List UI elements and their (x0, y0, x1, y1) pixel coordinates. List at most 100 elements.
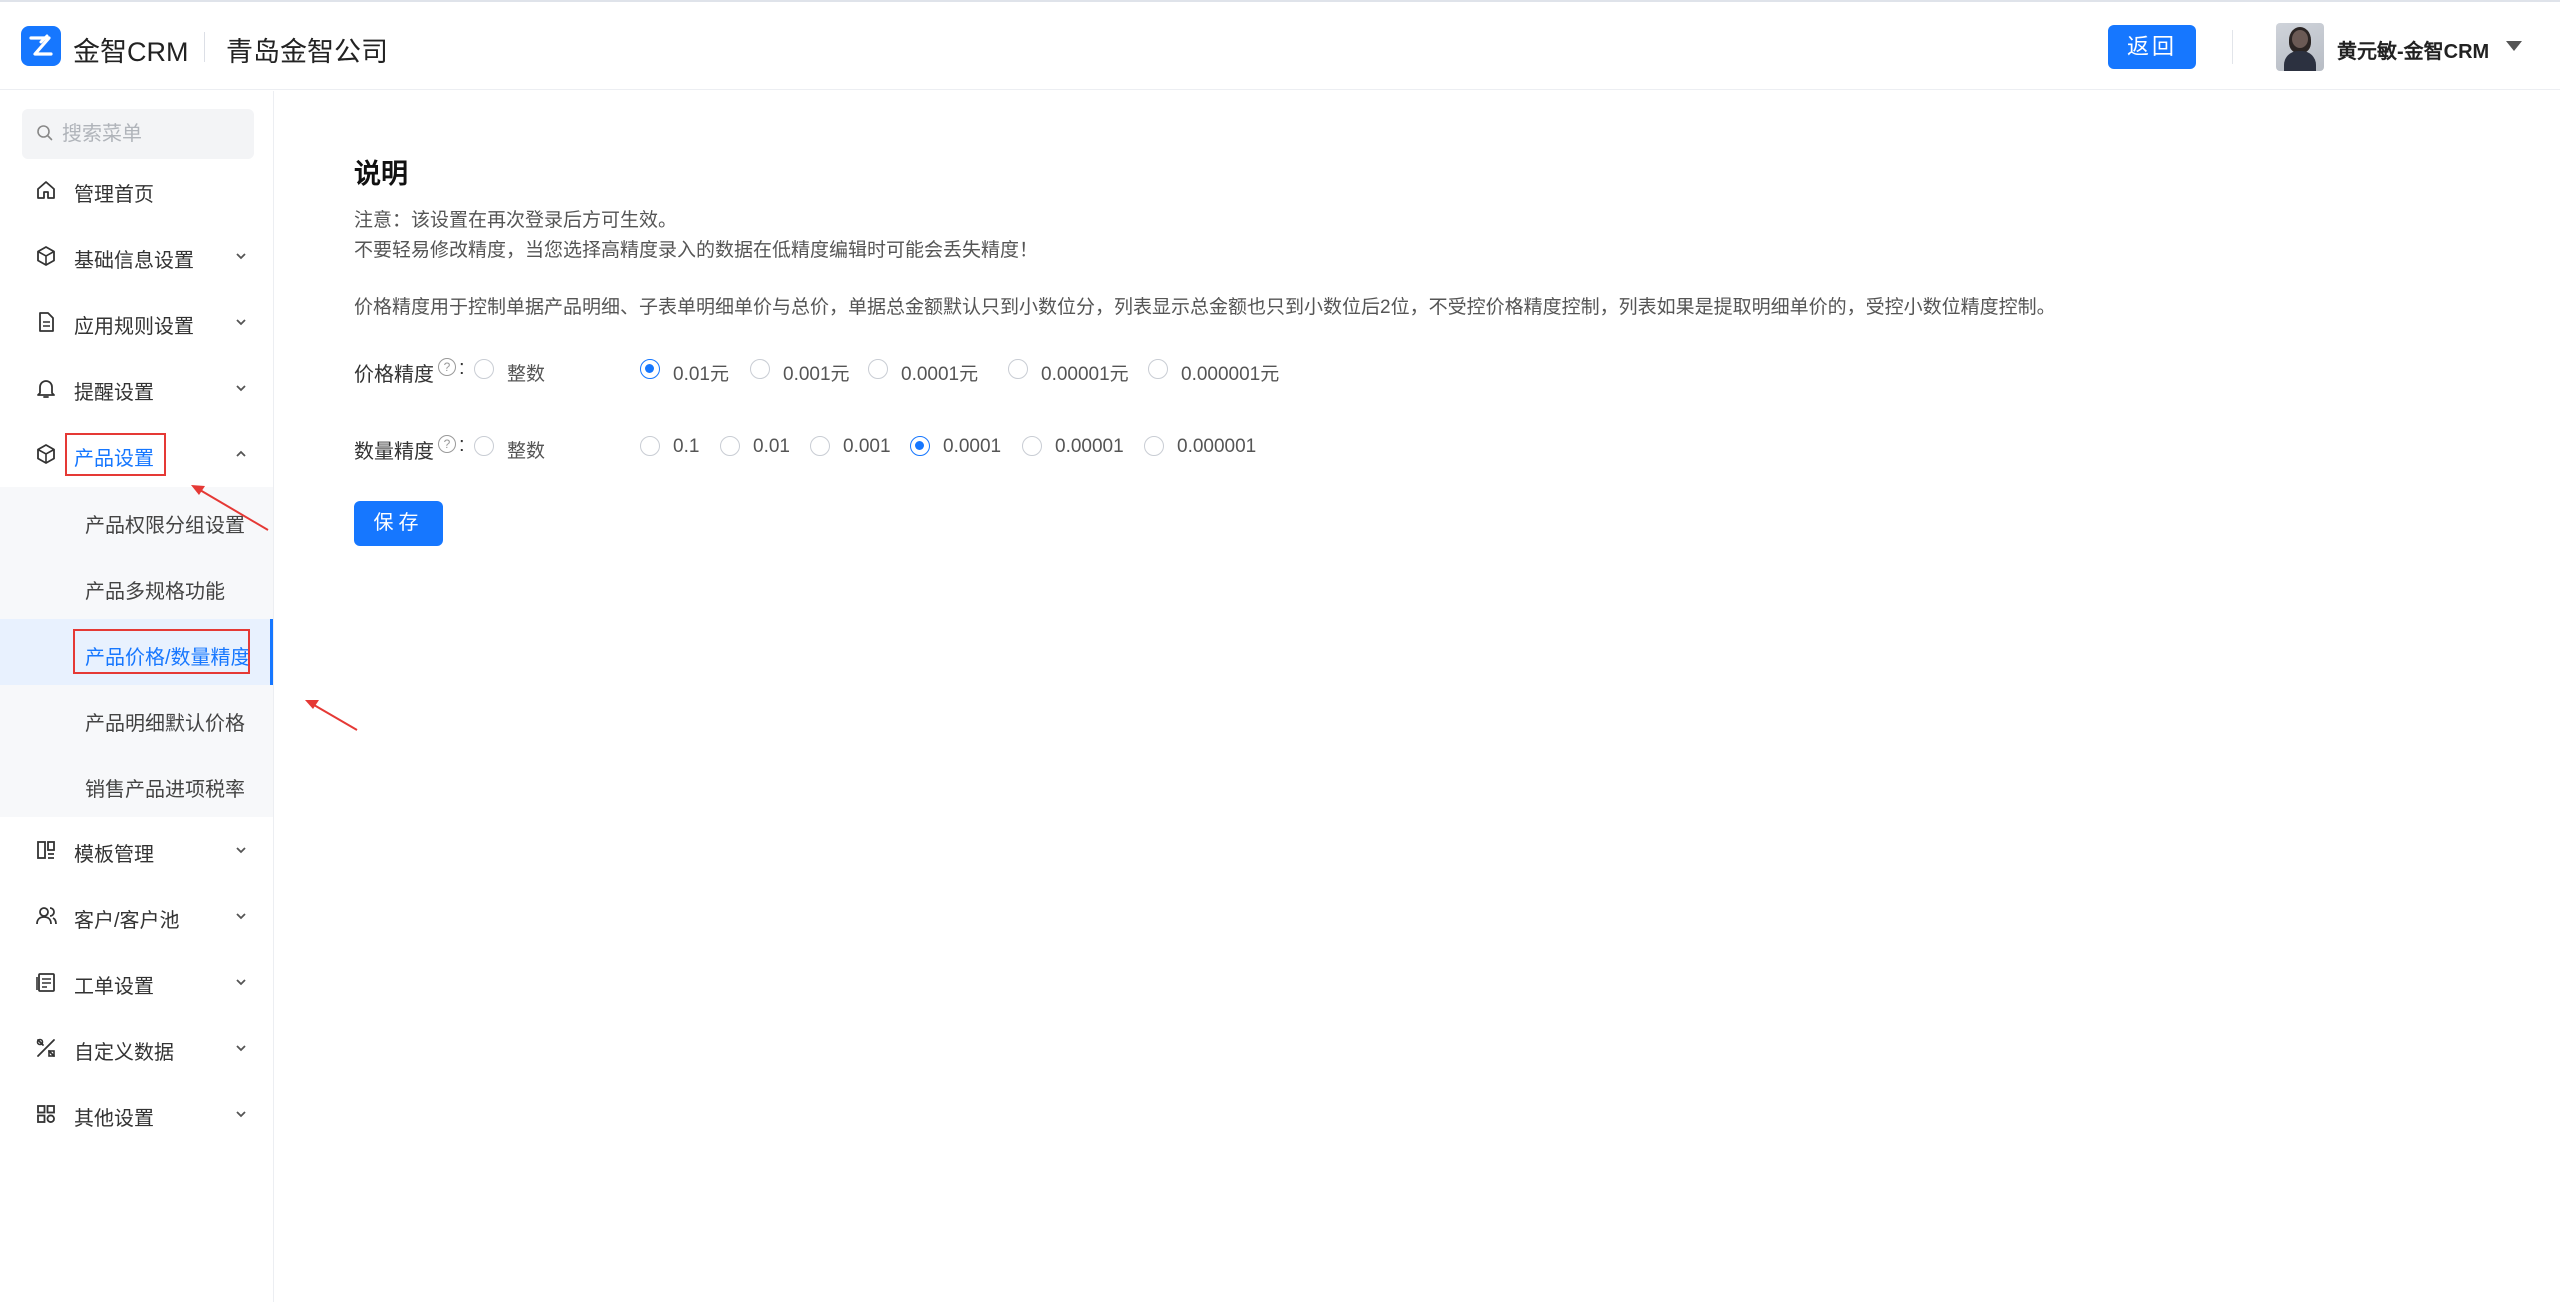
sidebar-item-label: 模板管理 (74, 844, 154, 866)
radio-circle[interactable] (1022, 436, 1042, 456)
radio-circle[interactable] (810, 436, 830, 456)
search-icon (37, 125, 53, 141)
radio-circle[interactable] (474, 436, 494, 456)
sidebar-item-label: 管理首页 (74, 184, 154, 206)
document-icon (39, 312, 54, 332)
header-divider (204, 32, 205, 62)
radio-circle[interactable] (1148, 359, 1168, 379)
sidebar-item-home[interactable]: 管理首页 (0, 157, 273, 223)
label-colon: : (459, 357, 465, 379)
annotation-box (73, 629, 250, 674)
submenu-item-default-price[interactable]: 产品明细默认价格 (0, 685, 273, 751)
chevron-down-icon (236, 253, 246, 260)
chevron-down-icon (236, 979, 246, 986)
main-content: 说明 注意：该设置在再次登录后方可生效。 不要轻易修改精度，当您选择高精度录入的… (274, 91, 2560, 1302)
sidebar-item-customers[interactable]: 客户/客户池 (0, 883, 273, 949)
box-icon (37, 444, 55, 464)
tools-icon (36, 1038, 55, 1057)
price-precision-label: 价格精度 (354, 364, 434, 386)
submenu-item-label: 销售产品进项税率 (85, 779, 245, 801)
page-title: 说明 (354, 159, 408, 189)
sidebar-item-label: 提醒设置 (74, 382, 154, 404)
search-input[interactable] (62, 109, 242, 159)
submenu-item-label: 产品权限分组设置 (85, 515, 245, 537)
top-header: 金智CRM 青岛金智公司 返回 黄元敏-金智CRM (0, 0, 2560, 90)
radio-label: 0.0001 (943, 436, 1002, 457)
submenu-item-multi-spec[interactable]: 产品多规格功能 (0, 553, 273, 619)
bell-icon (37, 380, 55, 398)
chevron-down-icon (236, 913, 246, 920)
note-text: 注意：该设置在再次登录后方可生效。 (354, 210, 678, 231)
radio-circle[interactable] (1144, 436, 1164, 456)
radio-label: 0.001 (843, 436, 891, 457)
sidebar: 管理首页 基础信息设置 应用规则设置 提醒设置 产品设置 (0, 91, 274, 1302)
sidebar-item-label: 自定义数据 (74, 1042, 174, 1064)
caret-down-icon[interactable] (2506, 41, 2522, 51)
radio-label: 0.001元 (783, 364, 850, 385)
radio-label: 整数 (507, 364, 546, 385)
radio-circle[interactable] (1008, 359, 1028, 379)
help-icon[interactable]: ? (438, 435, 456, 453)
sidebar-item-app-rules[interactable]: 应用规则设置 (0, 289, 273, 355)
company-name: 青岛金智公司 (226, 37, 388, 67)
sidebar-item-templates[interactable]: 模板管理 (0, 817, 273, 883)
workorder-icon (36, 973, 55, 992)
header-divider (2232, 30, 2233, 64)
radio-label: 0.000001元 (1181, 364, 1280, 385)
chevron-down-icon (236, 847, 246, 854)
save-button[interactable]: 保存 (354, 501, 443, 546)
description-text: 价格精度用于控制单据产品明细、子表单明细单价与总价，单据总金额默认只到小数位分，… (354, 297, 2056, 318)
radio-circle[interactable] (910, 436, 930, 456)
chevron-down-icon (236, 1111, 246, 1118)
price-precision-row: 价格精度 ? : 整数 0.01元 0.001元 0.0001元 0.00001元 0.0… (354, 354, 1954, 386)
logo-icon (21, 26, 61, 66)
help-icon[interactable]: ? (438, 358, 456, 376)
sidebar-item-label: 客户/客户池 (74, 910, 180, 932)
home-icon (37, 181, 55, 199)
return-button[interactable]: 返回 (2108, 25, 2196, 69)
chevron-down-icon (236, 385, 246, 392)
username[interactable]: 黄元敏-金智CRM (2337, 35, 2489, 64)
sidebar-item-reminder[interactable]: 提醒设置 (0, 355, 273, 421)
radio-label: 0.00001元 (1041, 364, 1129, 385)
qty-precision-label: 数量精度 (354, 441, 434, 463)
radio-circle[interactable] (640, 359, 660, 379)
sidebar-item-label: 工单设置 (74, 976, 154, 998)
radio-label: 0.00001 (1055, 436, 1124, 457)
customer-icon (36, 907, 57, 925)
radio-label: 0.01元 (673, 364, 729, 385)
radio-circle[interactable] (720, 436, 740, 456)
submenu-item-label: 产品明细默认价格 (85, 713, 245, 735)
sidebar-item-work-orders[interactable]: 工单设置 (0, 949, 273, 1015)
radio-circle[interactable] (640, 436, 660, 456)
radio-label: 0.0001元 (901, 364, 979, 385)
sidebar-item-basic-info[interactable]: 基础信息设置 (0, 223, 273, 289)
warning-text: 不要轻易修改精度，当您选择高精度录入的数据在低精度编辑时可能会丢失精度！ (354, 240, 1039, 261)
annotation-box (65, 433, 166, 476)
radio-circle[interactable] (868, 359, 888, 379)
submenu-item-permission-groups[interactable]: 产品权限分组设置 (0, 487, 273, 553)
submenu-item-input-tax-rate[interactable]: 销售产品进项税率 (0, 751, 273, 817)
sidebar-item-label: 其他设置 (74, 1108, 154, 1130)
menu-search[interactable] (22, 109, 254, 159)
label-colon: : (459, 434, 465, 456)
submenu-item-label: 产品多规格功能 (85, 581, 225, 603)
radio-circle[interactable] (750, 359, 770, 379)
radio-circle[interactable] (474, 359, 494, 379)
avatar[interactable] (2276, 23, 2324, 71)
chevron-down-icon (236, 1045, 246, 1052)
brand-name: 金智CRM (73, 37, 189, 67)
template-icon (37, 841, 55, 859)
radio-label: 0.000001 (1177, 436, 1257, 457)
sidebar-item-label: 基础信息设置 (74, 250, 194, 272)
chevron-up-icon (236, 450, 246, 457)
sidebar-item-other-settings[interactable]: 其他设置 (0, 1081, 273, 1147)
qty-precision-row: 数量精度 ? : 整数 0.1 0.01 0.001 0.0001 0.00001 0.00… (354, 431, 1954, 463)
apps-icon (37, 1105, 55, 1123)
radio-label: 0.01 (753, 436, 790, 457)
radio-label: 0.1 (673, 436, 700, 457)
sidebar-item-label: 应用规则设置 (74, 316, 194, 338)
chevron-down-icon (236, 319, 246, 326)
sidebar-item-custom-data[interactable]: 自定义数据 (0, 1015, 273, 1081)
radio-label: 整数 (507, 441, 546, 462)
